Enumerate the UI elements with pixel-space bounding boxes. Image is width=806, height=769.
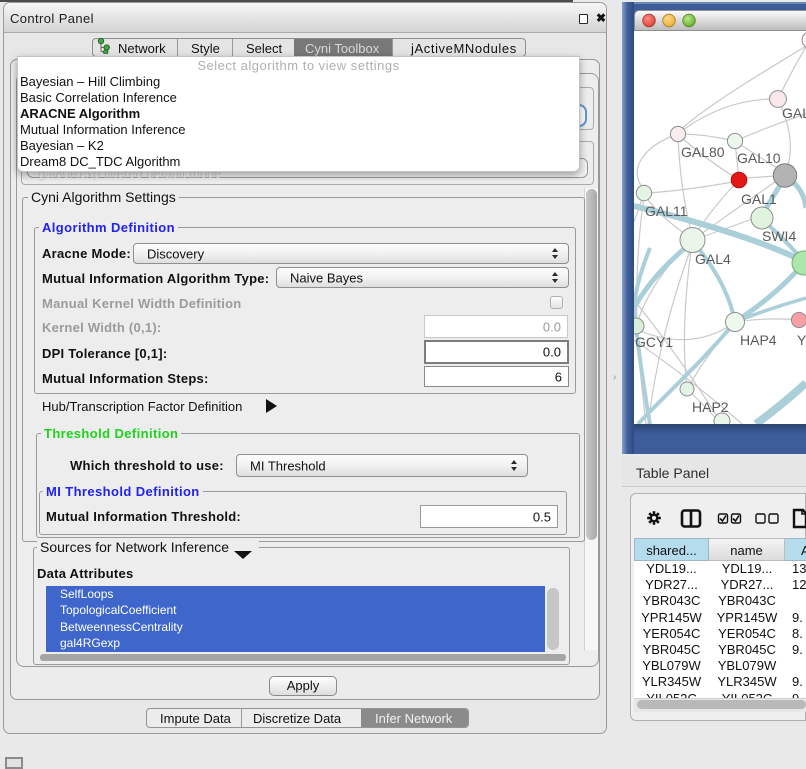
svg-text:GAL4: GAL4	[695, 251, 731, 267]
svg-text:GAL1: GAL1	[741, 191, 777, 207]
svg-text:HAP4: HAP4	[740, 332, 777, 348]
svg-text:GAL10: GAL10	[737, 150, 781, 166]
svg-text:SWI4: SWI4	[762, 228, 796, 244]
svg-text:HAP2: HAP2	[692, 399, 729, 415]
svg-text:GCY1: GCY1	[635, 334, 673, 350]
svg-text:GAL11: GAL11	[645, 203, 688, 219]
svg-text:GAL80: GAL80	[681, 144, 725, 160]
svg-text:GAL: GAL	[782, 105, 806, 121]
svg-text:Y: Y	[797, 332, 806, 348]
